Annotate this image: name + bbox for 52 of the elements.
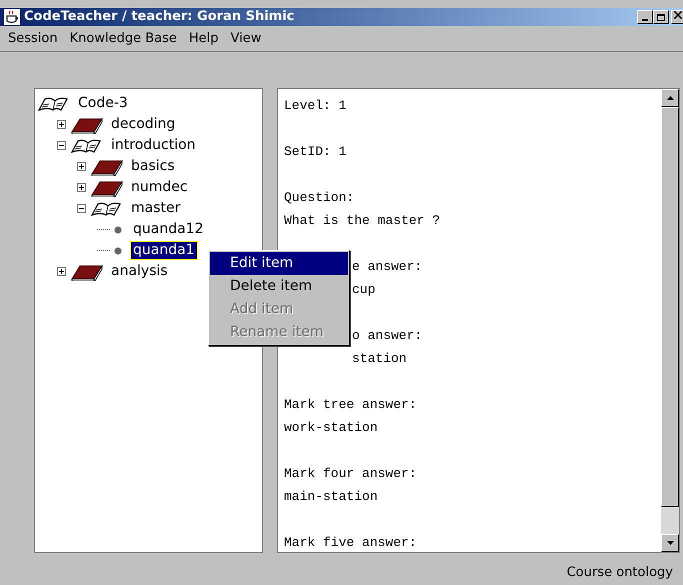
bullet-icon [114,246,122,254]
maximize-button[interactable] [653,10,669,24]
text-line: Level: 1 [284,96,346,115]
expand-icon[interactable] [77,162,86,171]
tree-item[interactable]: quanda12 [130,220,206,239]
text-line: Mark four answer: [284,464,417,483]
menu-option[interactable]: Delete item [210,275,348,298]
text-line: work-station [284,418,378,437]
tree-item[interactable]: introduction [108,136,199,155]
closed-book-icon [70,116,104,134]
text-line: Mark five answer: [284,534,417,552]
tree-item[interactable]: analysis [108,262,171,281]
text-line: main-station [284,488,378,506]
close-button[interactable] [671,10,683,24]
menu-item[interactable]: Knowledge Base [70,28,177,48]
menu-item[interactable]: Session [8,28,58,48]
up-arrow-icon [666,96,674,100]
tree-item[interactable]: master [128,199,184,218]
text-line: cup [352,280,376,299]
tree-item[interactable]: decoding [108,115,178,134]
down-arrow-icon [666,541,674,545]
tree-item[interactable]: basics [128,157,178,176]
tree-item[interactable]: Code-3 [75,94,131,113]
menu-option[interactable]: Edit item [210,252,348,275]
cup-icon [4,9,20,25]
menu-item[interactable]: View [230,28,262,48]
collapse-icon[interactable] [57,141,66,150]
text-line: Question: [284,188,354,207]
status-text: Course ontology [566,564,673,582]
bullet-icon [114,226,122,234]
closed-book-icon [90,158,124,176]
scroll-down-button[interactable] [661,534,679,552]
tree-item[interactable]: quanda1 [130,241,198,260]
window-title: CodeTeacher / teacher: Goran Shimic [24,8,294,26]
text-line: o answer: [352,326,422,345]
closed-book-icon [70,262,104,280]
text-line: SetID: 1 [284,142,346,161]
expand-icon[interactable] [57,120,66,129]
text-line: station [352,350,407,368]
closed-book-icon [90,178,124,196]
open-book-icon [70,138,104,154]
collapse-icon[interactable] [77,204,86,213]
open-book-icon [90,200,124,216]
text-line: Mark tree answer: [284,396,417,414]
text-line: What is the master ? [284,212,440,230]
tree-item[interactable]: numdec [128,178,191,197]
scroll-up-button[interactable] [661,89,679,107]
expand-icon[interactable] [77,183,86,192]
menu-item[interactable]: Help [188,28,218,48]
minimize-button[interactable] [637,10,653,24]
expand-icon[interactable] [57,267,66,276]
text-line: e answer: [352,258,422,276]
